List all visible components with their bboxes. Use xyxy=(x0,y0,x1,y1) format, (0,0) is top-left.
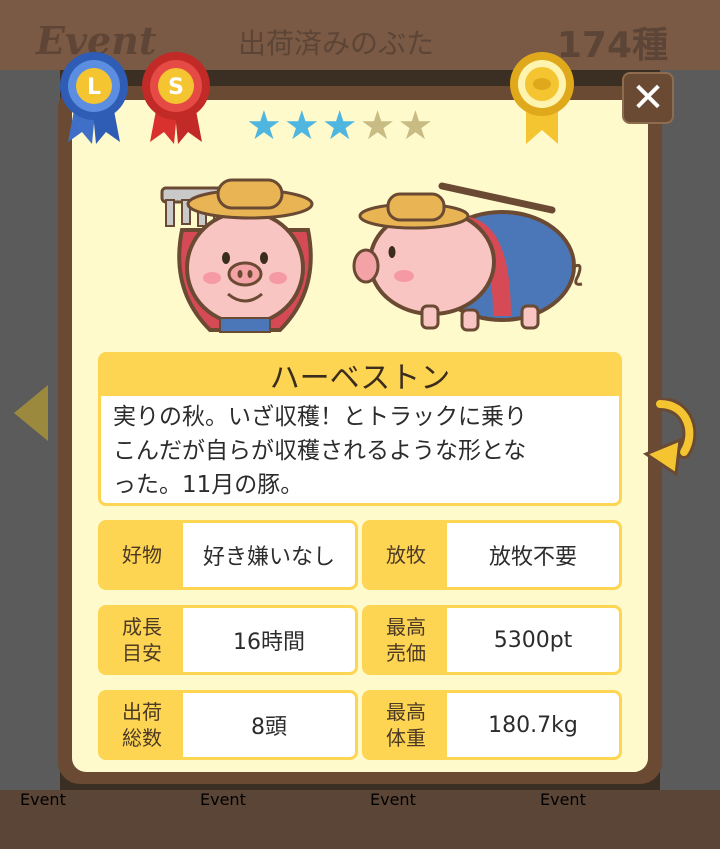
stat-shipped: 出荷 総数 8頭 xyxy=(98,690,358,760)
stat-shipped-value: 8頭 xyxy=(251,715,287,740)
pig-side-view xyxy=(352,182,583,332)
l-ribbon-icon: L xyxy=(60,52,128,144)
pig-front-view xyxy=(160,178,314,333)
stat-shipped-label-line1: 出荷 xyxy=(122,700,162,724)
stat-max-weight: 最高 体重 180.7kg xyxy=(362,690,622,760)
s-ribbon-letter: S xyxy=(168,75,184,100)
rotate-view-icon[interactable] xyxy=(640,398,698,478)
pig-name: ハーベストン xyxy=(98,352,622,398)
stat-max-price-label: 最高 売価 xyxy=(365,608,447,672)
stat-growth-label: 成長 目安 xyxy=(101,608,183,672)
stat-favorite-value: 好き嫌いなし xyxy=(202,545,335,570)
stat-max-price-value: 5300pt xyxy=(493,627,573,653)
gold-ribbon-icon xyxy=(510,52,574,144)
description-line-1: 実りの秋。いざ収穫！とトラックに乗り xyxy=(113,404,527,430)
star-icon: ★ xyxy=(321,103,358,149)
stat-max-weight-label-line1: 最高 xyxy=(386,700,426,724)
close-button[interactable]: ✕ xyxy=(622,72,674,124)
star-icon: ★ xyxy=(283,103,320,149)
shipped-pigs-title: 出荷済みのぶた xyxy=(238,27,435,60)
stat-growth-value: 16時間 xyxy=(233,630,305,655)
stat-growth-label-line2: 目安 xyxy=(122,641,162,665)
stat-favorite-label: 好物 xyxy=(101,523,183,587)
s-ribbon-icon: S xyxy=(142,52,210,144)
description-line-2: こんだが自らが収穫されるような形とな xyxy=(113,438,527,464)
stat-max-weight-label-line2: 体重 xyxy=(386,726,426,750)
stat-shipped-label-line2: 総数 xyxy=(122,726,162,750)
stat-growth-label-line1: 成長 xyxy=(122,615,162,639)
rarity-stars: ★ ★ ★ ★ ★ xyxy=(246,104,486,148)
star-icon: ★ xyxy=(246,103,282,149)
star-icon: ★ xyxy=(397,103,434,149)
stat-max-price-label-line2: 売価 xyxy=(386,641,426,665)
stat-grazing-label: 放牧 xyxy=(365,523,447,587)
previous-arrow-icon[interactable] xyxy=(14,385,48,441)
stat-grazing: 放牧 放牧不要 xyxy=(362,520,622,590)
pig-description: 実りの秋。いざ収穫！とトラックに乗り こんだが自らが収穫されるような形とな った… xyxy=(98,396,622,506)
stat-shipped-label: 出荷 総数 xyxy=(101,693,183,757)
footer-event-label-4: Event xyxy=(540,790,586,809)
stat-max-price-label-line1: 最高 xyxy=(386,615,426,639)
description-line-3: った。11月の豚。 xyxy=(113,472,304,498)
stat-favorite: 好物 好き嫌いなし xyxy=(98,520,358,590)
stat-max-weight-label: 最高 体重 xyxy=(365,693,447,757)
stat-grazing-value: 放牧不要 xyxy=(488,545,577,570)
stat-max-weight-value: 180.7kg xyxy=(488,712,578,738)
star-icon: ★ xyxy=(359,103,396,149)
stat-growth: 成長 目安 16時間 xyxy=(98,605,358,675)
l-ribbon-letter: L xyxy=(87,75,101,100)
stat-max-price: 最高 売価 5300pt xyxy=(362,605,622,675)
